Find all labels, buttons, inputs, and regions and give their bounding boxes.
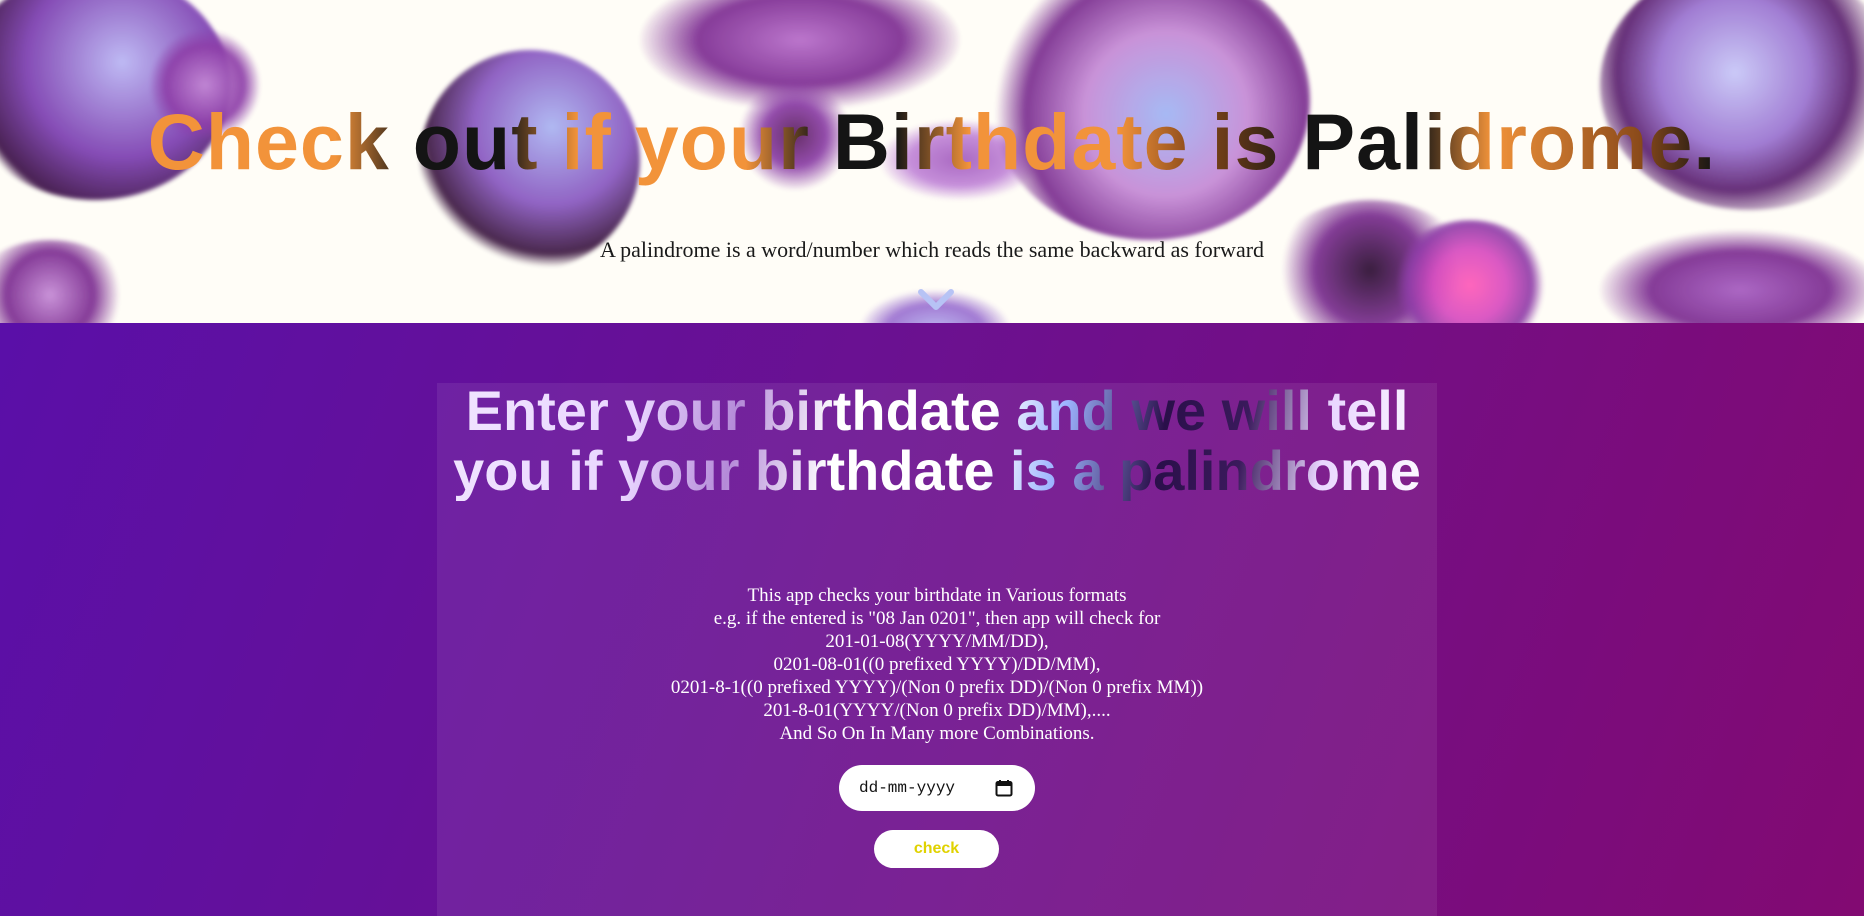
description-line: This app checks your birthdate in Variou… — [747, 585, 1127, 606]
birthdate-input[interactable]: dd-mm-yyyy — [839, 765, 1035, 811]
description-line: And So On In Many more Combinations. — [779, 723, 1095, 744]
description-block: This app checks your birthdate in Variou… — [437, 584, 1437, 745]
description-line: 201-8-01(YYYY/(Non 0 prefix DD)/MM),.... — [763, 700, 1111, 721]
description-line: 0201-8-1((0 prefixed YYYY)/(Non 0 prefix… — [670, 677, 1204, 698]
hero-title: Check out if your Birthdate is Palidrome… — [0, 92, 1864, 192]
description-line: e.g. if the entered is "08 Jan 0201", th… — [713, 608, 1161, 629]
chevron-down-icon[interactable] — [918, 288, 954, 312]
description-line: 0201-08-01((0 prefixed YYYY)/DD/MM), — [773, 654, 1101, 675]
check-button[interactable]: check — [874, 830, 999, 868]
calendar-icon[interactable] — [995, 779, 1013, 797]
date-placeholder: dd-mm-yyyy — [859, 779, 956, 797]
description-line: 201-01-08(YYYY/MM/DD), — [825, 631, 1049, 652]
hero-subtitle: A palindrome is a word/number which read… — [599, 237, 1265, 262]
main-heading: Enter your birthdate and we will tell yo… — [437, 381, 1437, 501]
hero-section: Check out if your Birthdate is Palidrome… — [0, 0, 1864, 323]
